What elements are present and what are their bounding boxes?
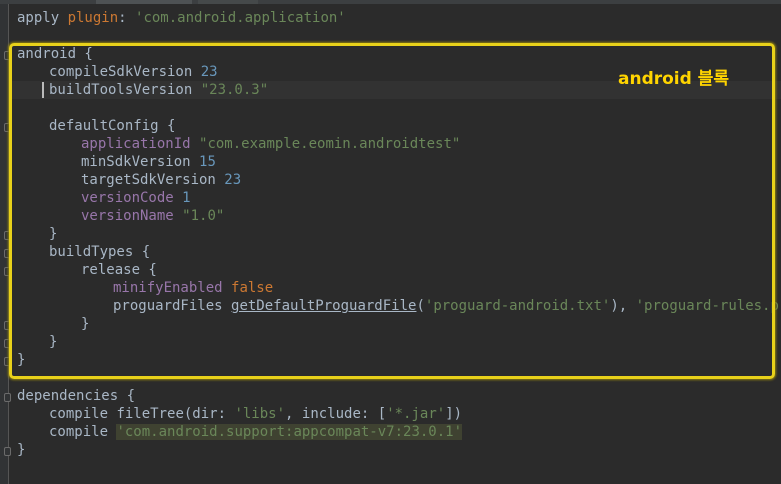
android-block-annotation: android 블록 [618,69,730,89]
code-line-compile-filetree: compile fileTree(dir: 'libs', include: [… [49,406,463,422]
fold-icon[interactable] [4,447,11,456]
code-line-apply-plugin: apply plugin: 'com.android.application' [17,10,346,26]
editor-tab[interactable] [96,0,192,4]
code-line-dependencies: dependencies { [17,388,136,404]
code-line-dependencies-close: } [17,442,26,458]
fold-icon[interactable] [4,393,11,402]
android-block-highlight [9,43,775,379]
code-line-compile-appcompat: compile 'com.android.support:appcompat-v… [49,424,463,440]
editor-tab[interactable] [198,0,258,4]
